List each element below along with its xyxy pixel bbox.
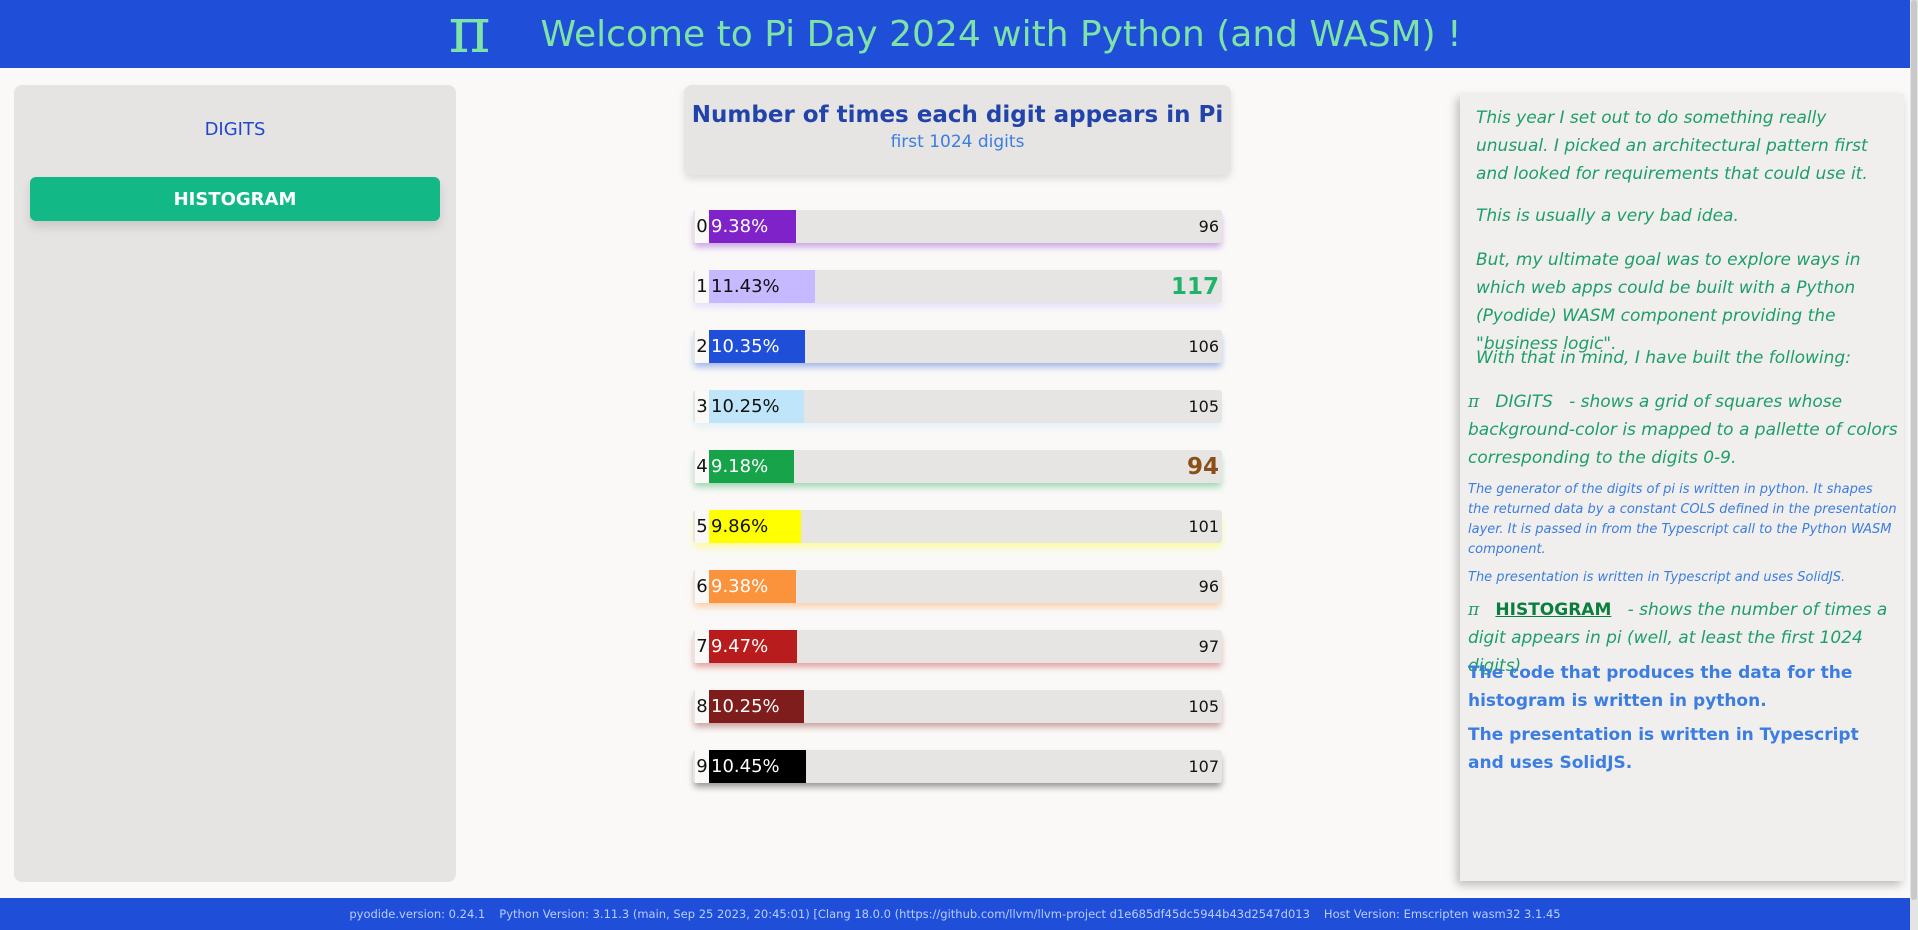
histogram-bar-row-3: 3 10.25% 105 (693, 390, 1222, 423)
bar-count-label: 106 (1188, 337, 1219, 356)
intro-paragraph-2: This is usually a very bad idea. (1476, 206, 1739, 226)
python-version: Python Version: 3.11.3 (main, Sep 25 202… (499, 907, 1310, 921)
bar-digit-label: 7 (695, 630, 709, 663)
bar-fill: 9.47% (709, 630, 797, 663)
bar-fill: 10.45% (709, 750, 806, 783)
page-title: Welcome to Pi Day 2024 with Python (and … (540, 13, 1462, 55)
bar-digit-label: 2 (695, 330, 709, 363)
histogram-bar-row-8: 8 10.25% 105 (693, 690, 1222, 723)
pi-logo-icon: π (448, 0, 491, 68)
bar-count-label: 107 (1188, 757, 1219, 776)
bar-fill: 9.38% (709, 570, 796, 603)
bar-count-label: 117 (1170, 273, 1219, 300)
bar-count-label: 105 (1188, 397, 1219, 416)
digits-note-1: The generator of the digits of pi is wri… (1468, 482, 1897, 557)
histogram-bar-row-4: 4 9.18% 94 (693, 450, 1222, 483)
histogram-bar-row-9: 9 10.45% 107 (693, 750, 1222, 783)
histogram-link[interactable]: HISTOGRAM (1495, 600, 1611, 620)
chart-subtitle: first 1024 digits (890, 132, 1025, 152)
histogram-bar-row-5: 5 9.86% 101 (693, 510, 1222, 543)
histogram-bar-row-1: 1 11.43% 117 (693, 270, 1222, 303)
bar-count-label: 94 (1186, 453, 1219, 480)
intro-paragraph-4: With that in mind, I have built the foll… (1476, 348, 1851, 368)
scrollbar-thumb[interactable] (1911, 0, 1917, 900)
intro-paragraph-3: But, my ultimate goal was to explore way… (1476, 250, 1861, 354)
histogram-bar-row-7: 7 9.47% 97 (693, 630, 1222, 663)
bar-digit-label: 5 (695, 510, 709, 543)
bar-count-label: 96 (1198, 577, 1219, 596)
pyodide-version: pyodide.version: 0.24.1 (349, 907, 486, 921)
bar-digit-label: 8 (695, 690, 709, 723)
histogram-bar-row-6: 6 9.38% 96 (693, 570, 1222, 603)
chart-title: Number of times each digit appears in Pi (691, 102, 1224, 128)
digits-label: DIGITS (1495, 392, 1553, 412)
digits-description: π DIGITS - shows a grid of squares whose… (1468, 388, 1898, 472)
bar-fill: 10.25% (709, 390, 804, 423)
bar-fill: 9.18% (709, 450, 794, 483)
bar-count-label: 101 (1188, 517, 1219, 536)
bar-fill: 11.43% (709, 270, 815, 303)
version-footer: pyodide.version: 0.24.1 Python Version: … (0, 898, 1910, 930)
sidebar-item-digits[interactable]: DIGITS (30, 109, 440, 149)
bar-fill: 10.35% (709, 330, 805, 363)
host-version: Host Version: Emscripten wasm32 3.1.45 (1323, 907, 1561, 921)
sidebar: DIGITS HISTOGRAM (14, 85, 456, 882)
bar-count-label: 97 (1198, 637, 1219, 656)
digits-note-2: The presentation is written in Typescrip… (1468, 570, 1846, 585)
bar-digit-label: 4 (695, 450, 709, 483)
bar-count-label: 96 (1198, 217, 1219, 236)
info-panel: This year I set out to do something real… (1460, 94, 1904, 881)
histogram-bar-row-0: 0 9.38% 96 (693, 210, 1222, 243)
bar-count-label: 105 (1188, 697, 1219, 716)
app-header: π Welcome to Pi Day 2024 with Python (an… (0, 0, 1910, 68)
pi-bullet-icon: π (1468, 392, 1480, 412)
bar-fill: 10.25% (709, 690, 804, 723)
bar-fill: 9.86% (709, 510, 801, 543)
bar-digit-label: 9 (695, 750, 709, 783)
bar-digit-label: 0 (695, 210, 709, 243)
bar-digit-label: 1 (695, 270, 709, 303)
bar-fill: 9.38% (709, 210, 796, 243)
pi-bullet-icon: π (1468, 600, 1480, 620)
sidebar-item-histogram[interactable]: HISTOGRAM (30, 177, 440, 221)
histogram-note-1: The code that produces the data for the … (1468, 663, 1853, 711)
histogram-note-2: The presentation is written in Typescrip… (1468, 725, 1859, 773)
chart-header-card: Number of times each digit appears in Pi… (684, 85, 1231, 175)
bar-digit-label: 6 (695, 570, 709, 603)
intro-paragraph-1: This year I set out to do something real… (1476, 108, 1868, 184)
histogram-bar-row-2: 2 10.35% 106 (693, 330, 1222, 363)
bar-digit-label: 3 (695, 390, 709, 423)
